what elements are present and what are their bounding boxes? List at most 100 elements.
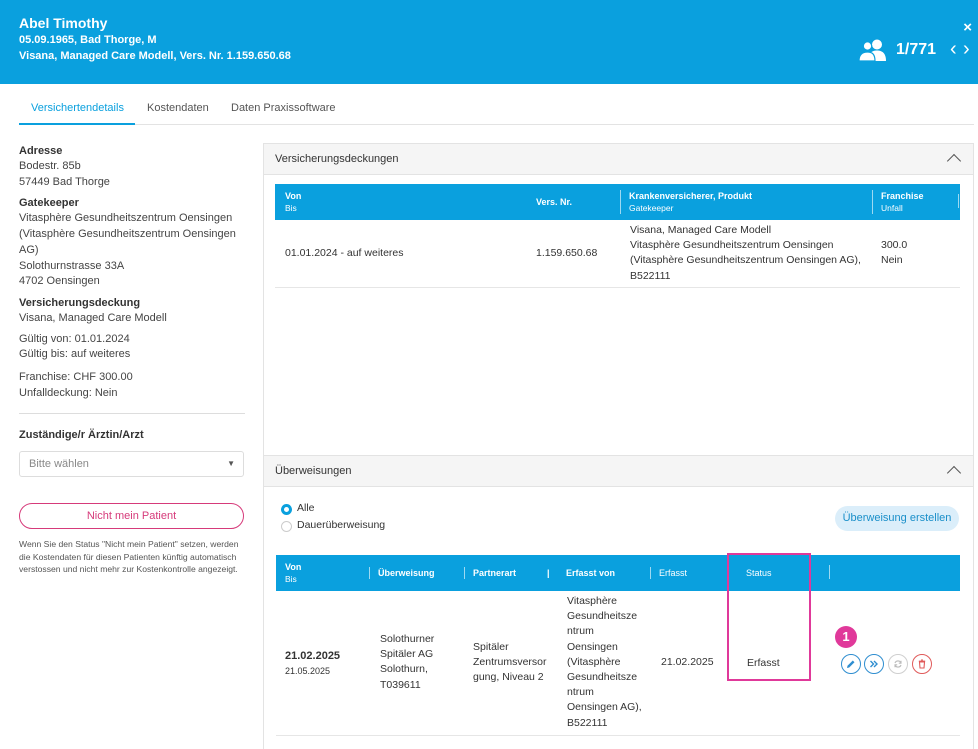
col-insurer[interactable]: Krankenversicherer, Produkt Gatekeeper bbox=[620, 190, 752, 214]
users-icon bbox=[858, 39, 886, 62]
patient-insurance-info: Visana, Managed Care Modell, Vers. Nr. 1… bbox=[19, 50, 291, 62]
chevron-up-icon[interactable] bbox=[946, 465, 962, 481]
partner-line: gung, Niveau 2 bbox=[473, 671, 544, 684]
referrals-panel-header[interactable]: Überweisungen bbox=[264, 456, 973, 487]
gatekeeper-label: Gatekeeper bbox=[19, 197, 79, 210]
col-insurer-label: Krankenversicherer, Produkt bbox=[629, 191, 753, 201]
col-partner-type[interactable]: Partnerart bbox=[464, 567, 516, 579]
insurer-line: Visana, Managed Care Modell bbox=[630, 224, 772, 236]
patient-name: Abel Timothy bbox=[19, 15, 108, 31]
col-recorded-by[interactable]: Erfasst von bbox=[566, 567, 615, 579]
refresh-icon[interactable] bbox=[888, 654, 908, 674]
recorded-by-line: ntrum bbox=[567, 625, 594, 638]
partner-line: Zentrumsversor bbox=[473, 656, 547, 669]
col-divider bbox=[958, 194, 967, 208]
radio-dauerueberweisung[interactable] bbox=[281, 521, 292, 532]
edit-icon[interactable] bbox=[841, 654, 861, 674]
recorded-by-line: Oensingen AG), bbox=[567, 701, 642, 714]
filter-alle-label: Alle bbox=[297, 502, 315, 514]
gatekeeper-line: Vitasphère Gesundheitszentrum Oensingen bbox=[19, 212, 233, 225]
not-my-patient-note: Wenn Sie den Status "Nicht mein Patient"… bbox=[19, 539, 239, 575]
referral-line: Spitäler AG bbox=[380, 648, 434, 661]
gatekeeper-line: (Vitasphère Gesundheitszentrum Oensingen bbox=[19, 228, 236, 241]
insurer-line: (Vitasphère Gesundheitszentrum Oensingen… bbox=[630, 254, 861, 267]
address-line: Bodestr. 85b bbox=[19, 160, 81, 172]
referral-line: Solothurn, bbox=[380, 663, 428, 676]
coverage-label: Versicherungsdeckung bbox=[19, 296, 141, 309]
row-divider bbox=[275, 287, 960, 288]
radio-alle[interactable] bbox=[281, 504, 292, 515]
referral-target: Solothurner Spitäler AG Solothurn, T0396… bbox=[380, 632, 434, 693]
referrals-panel-title: Überweisungen bbox=[275, 465, 352, 477]
col-separator: | bbox=[547, 568, 550, 578]
col-von-bis[interactable]: Von Bis bbox=[285, 561, 301, 585]
recorded-by-line: (Vitasphère bbox=[567, 655, 621, 668]
annotation-badge: 1 bbox=[835, 626, 857, 648]
recorded-by-line: Oensingen bbox=[567, 640, 618, 653]
gatekeeper-line: 4702 Oensingen bbox=[19, 275, 100, 288]
doctor-select-placeholder: Bitte wählen bbox=[29, 458, 89, 471]
coverage-table-header: Von Bis Vers. Nr. Krankenversicherer, Pr… bbox=[275, 184, 960, 220]
tab-daten-praxissoftware[interactable]: Daten Praxissoftware bbox=[219, 92, 348, 125]
divider bbox=[19, 413, 245, 415]
coverage-valid-from: Gültig von: 01.01.2024 bbox=[19, 332, 130, 345]
previous-patient-button[interactable]: ‹ bbox=[950, 37, 957, 61]
col-referral[interactable]: Überweisung bbox=[369, 567, 466, 579]
col-bis: Bis bbox=[285, 574, 297, 584]
coverage-franchise-value: 300.0 bbox=[881, 239, 908, 251]
referral-partner-type: Spitäler Zentrumsversor gung, Niveau 2 bbox=[473, 640, 547, 686]
partner-line: Spitäler bbox=[473, 641, 509, 653]
coverage-panel-title: Versicherungsdeckungen bbox=[275, 153, 399, 165]
patient-birth-info: 05.09.1965, Bad Thorge, M bbox=[19, 34, 157, 46]
insurer-line: B522111 bbox=[630, 269, 671, 282]
coverage-valid-to: Gültig bis: auf weiteres bbox=[19, 348, 131, 361]
row-divider bbox=[276, 735, 960, 736]
col-von: Von bbox=[285, 562, 302, 572]
coverage-product: Visana, Managed Care Modell bbox=[19, 311, 167, 324]
coverage-vers-nr: 1.159.650.68 bbox=[536, 247, 598, 259]
col-gatekeeper: Gatekeeper bbox=[629, 203, 674, 213]
doctor-label: Zuständige/r Ärztin/Arzt bbox=[19, 429, 144, 442]
referral-recorded-date: 21.02.2025 bbox=[661, 656, 714, 668]
patient-counter: 1/771 bbox=[896, 41, 937, 58]
referrals-table-header: Von Bis Überweisung Partnerart | Erfasst… bbox=[276, 555, 960, 591]
referral-recorded-by: Vitasphère Gesundheitsze ntrum Oensingen… bbox=[567, 594, 642, 731]
recorded-by-line: Gesundheitsze bbox=[567, 610, 638, 623]
col-vers-nr[interactable]: Vers. Nr. bbox=[536, 196, 572, 208]
col-bis: Bis bbox=[285, 203, 297, 213]
forward-icon[interactable] bbox=[864, 654, 884, 674]
not-my-patient-button[interactable]: Nicht mein Patient bbox=[19, 503, 244, 530]
col-von-bis[interactable]: Von Bis bbox=[285, 190, 301, 214]
referral-line: Solothurner bbox=[380, 633, 435, 645]
coverage-period: 01.01.2024 - auf weiteres bbox=[285, 247, 404, 259]
coverage-insurer: Visana, Managed Care Modell Vitasphère G… bbox=[630, 223, 870, 284]
insurer-line: Vitasphère Gesundheitszentrum Oensingen bbox=[630, 239, 834, 252]
create-referral-button[interactable]: Überweisung erstellen bbox=[835, 506, 959, 531]
referral-to-date: 21.05.2025 bbox=[285, 666, 331, 676]
col-franchise[interactable]: Franchise Unfall bbox=[872, 190, 924, 214]
gatekeeper-line: Solothurnstrasse 33A bbox=[19, 259, 125, 272]
coverage-franchise: Franchise: CHF 300.00 bbox=[19, 371, 133, 384]
recorded-by-line: Gesundheitsze bbox=[567, 671, 638, 684]
tab-kostendaten[interactable]: Kostendaten bbox=[135, 92, 221, 125]
address-line: 57449 Bad Thorge bbox=[19, 175, 110, 188]
next-patient-button[interactable]: › bbox=[963, 37, 970, 61]
col-franchise-label: Franchise bbox=[881, 191, 924, 201]
patient-details-sidebar: Adresse Bodestr. 85b 57449 Bad Thorge Ga… bbox=[19, 140, 245, 575]
doctor-select[interactable]: Bitte wählen ▼ bbox=[19, 451, 244, 478]
address-label: Adresse bbox=[19, 145, 63, 157]
close-icon[interactable]: × bbox=[963, 20, 972, 36]
referral-from-date: 21.02.2025 bbox=[285, 650, 341, 662]
tab-versichertendetails[interactable]: Versichertendetails bbox=[19, 92, 135, 125]
recorded-by-line: Vitasphère bbox=[567, 595, 618, 607]
chevron-up-icon[interactable] bbox=[946, 153, 962, 169]
col-von: Von bbox=[285, 191, 302, 201]
patient-header: Abel Timothy 05.09.1965, Bad Thorge, M V… bbox=[0, 0, 978, 84]
delete-icon[interactable] bbox=[912, 654, 932, 674]
coverage-panel-header[interactable]: Versicherungsdeckungen bbox=[264, 144, 973, 175]
col-recorded[interactable]: Erfasst bbox=[650, 567, 687, 579]
recorded-by-line: ntrum bbox=[567, 686, 594, 699]
gatekeeper-line: AG) bbox=[19, 243, 39, 256]
coverage-unfall-value: Nein bbox=[881, 254, 903, 267]
status-highlight-box bbox=[727, 553, 811, 681]
